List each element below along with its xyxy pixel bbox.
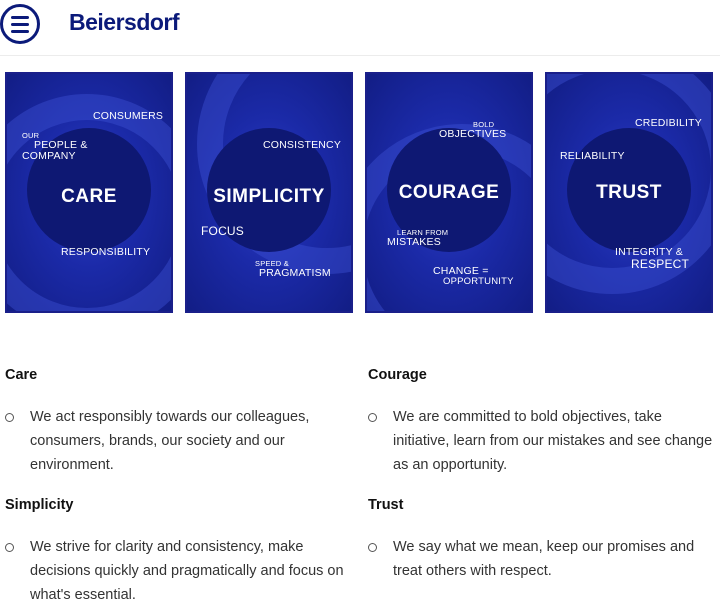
card-title: CARE [61, 186, 117, 207]
card-label: LEARN FROM MISTAKES [387, 229, 448, 248]
simplicity-section: Simplicity [5, 497, 74, 513]
bullet-circle-icon [368, 413, 377, 422]
beiersdorf-logo[interactable]: Beiersdorf [69, 9, 180, 36]
trust-card: TRUST CREDIBILITY RELIABILITY INTEGRITY … [545, 72, 713, 313]
courage-card: COURAGE BOLD OBJECTIVES LEARN FROM MISTA… [365, 72, 533, 313]
card-title: TRUST [596, 182, 662, 203]
courage-section: Courage [368, 367, 427, 383]
card-label-line: OPPORTUNITY [443, 276, 514, 288]
card-label: SPEED & PRAGMATISM [255, 260, 331, 279]
card-label-line: RESPECT [631, 257, 690, 272]
card-label: BOLD OBJECTIVES [439, 121, 506, 140]
card-title: SIMPLICITY [213, 186, 325, 207]
simplicity-card: SIMPLICITY CONSISTENCY FOCUS SPEED & PRA… [185, 72, 353, 313]
card-title: COURAGE [398, 182, 500, 203]
card-label: CONSUMERS [93, 110, 164, 122]
section-heading: Courage [368, 367, 427, 383]
header: Beiersdorf [0, 0, 720, 56]
card-label-line: MISTAKES [387, 235, 441, 248]
section-heading: Care [5, 367, 38, 383]
card-label-line: PRAGMATISM [259, 266, 331, 279]
courage-text: We are committed to bold objectives, tak… [393, 409, 713, 473]
care-section: Care [5, 367, 37, 383]
card-label-line: OBJECTIVES [439, 127, 507, 140]
card-label: RESPONSIBILITY [61, 246, 151, 258]
bullet-circle-icon [5, 413, 14, 422]
card-label: OUR PEOPLE & COMPANY [22, 132, 88, 162]
care-text: We act responsibly towards our colleague… [30, 409, 310, 473]
section-heading: Simplicity [5, 497, 74, 513]
card-label: CHANGE = OPPORTUNITY [433, 265, 514, 288]
care-card: CARE CONSUMERS OUR PEOPLE & COMPANY RESP… [5, 72, 173, 313]
card-label: RELIABILITY [560, 150, 625, 162]
section-heading: Trust [368, 497, 404, 513]
simplicity-text: We strive for clarity and consistency, m… [30, 539, 344, 603]
card-label: FOCUS [201, 224, 244, 238]
card-label-line: COMPANY [22, 149, 76, 162]
card-label: CREDIBILITY [635, 117, 702, 129]
trust-text: We say what we mean, keep our promises a… [393, 539, 695, 579]
hamburger-menu-icon[interactable] [0, 4, 40, 44]
card-label: INTEGRITY & RESPECT [615, 246, 690, 272]
bullet-circle-icon [5, 543, 14, 552]
trust-section: Trust [368, 497, 403, 513]
bullet-circle-icon [368, 543, 377, 552]
card-label: CONSISTENCY [263, 139, 342, 151]
